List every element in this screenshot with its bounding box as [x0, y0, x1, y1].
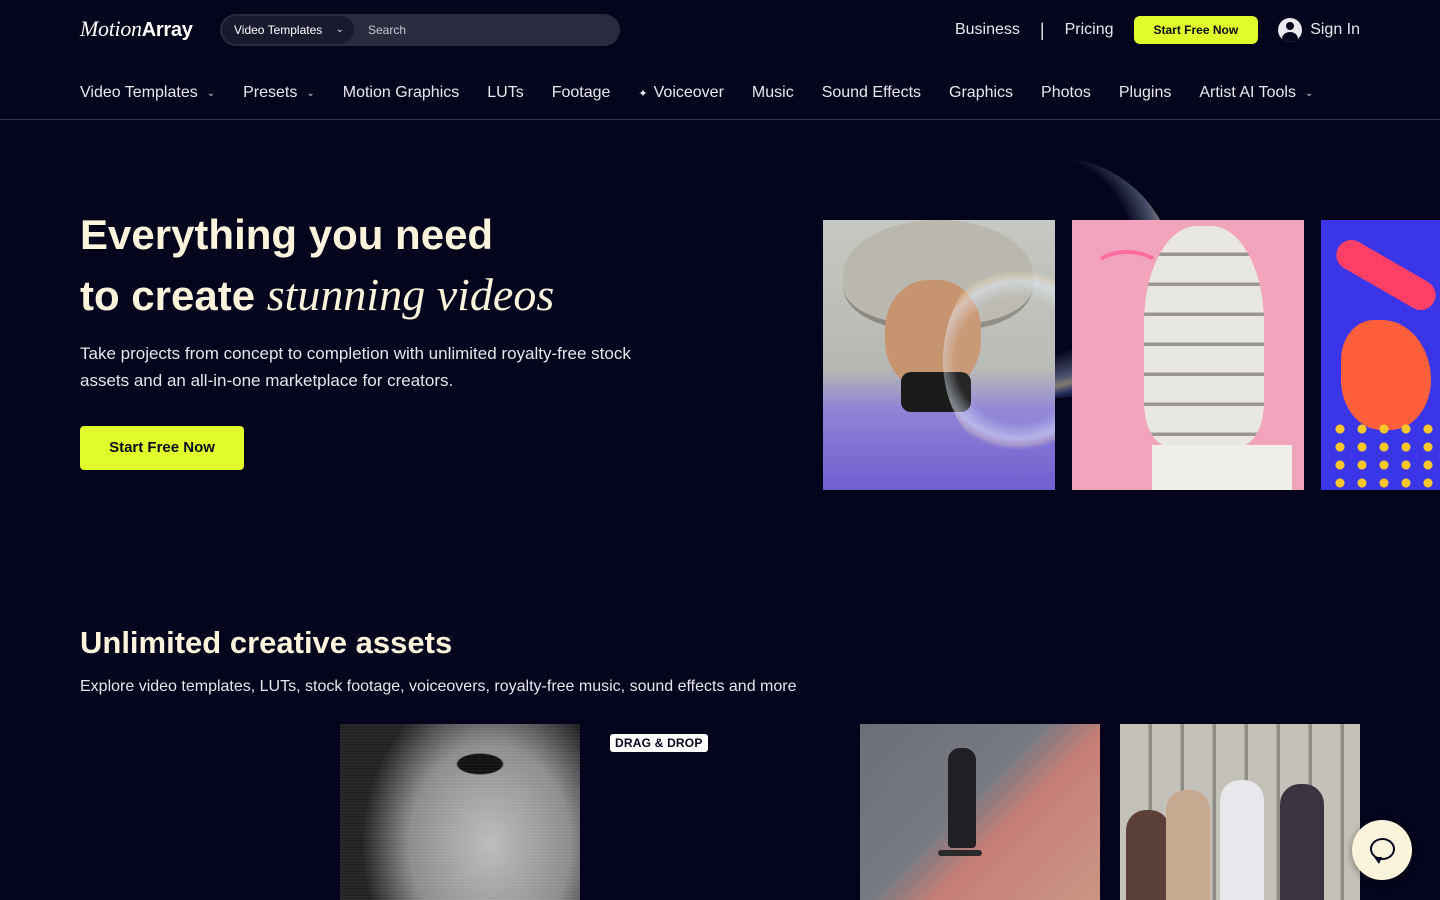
- asset-card-portrait[interactable]: [340, 724, 580, 900]
- section-title: Unlimited creative assets: [80, 625, 453, 660]
- nav-item-video-templates[interactable]: Video Templates ⌄: [80, 84, 215, 102]
- nav-item-plugins[interactable]: Plugins: [1119, 84, 1171, 102]
- motionarray-logo[interactable]: MotionArray: [80, 16, 193, 42]
- chevron-down-icon: ⌄: [335, 24, 344, 35]
- nav-item-voiceover[interactable]: ✦ Voiceover: [638, 84, 723, 102]
- nav-item-footage[interactable]: Footage: [552, 84, 611, 102]
- chevron-down-icon: ⌄: [1304, 87, 1314, 99]
- hero-image-abstract-art: [1321, 220, 1440, 490]
- section-subtitle: Explore video templates, LUTs, stock foo…: [80, 678, 797, 695]
- hero-title: Everything you need to create stunning v…: [80, 211, 555, 320]
- sign-in-button[interactable]: Sign In: [1278, 18, 1360, 42]
- hero-image-person-hat: [823, 220, 1055, 490]
- nav-item-photos[interactable]: Photos: [1041, 84, 1091, 102]
- nav-item-music[interactable]: Music: [752, 84, 794, 102]
- nav-item-artist-ai-tools[interactable]: Artist AI Tools ⌄: [1199, 84, 1313, 102]
- nav-item-luts[interactable]: LUTs: [487, 84, 523, 102]
- asset-card-skater[interactable]: [860, 724, 1100, 900]
- business-link[interactable]: Business: [955, 21, 1020, 39]
- header-links: Business | Pricing Start Free Now Sign I…: [955, 16, 1360, 44]
- chat-bubble-icon: [1370, 838, 1395, 864]
- search-category-select[interactable]: Video Templates ⌄: [222, 16, 354, 44]
- pricing-link[interactable]: Pricing: [1065, 21, 1114, 39]
- start-free-now-hero-button[interactable]: Start Free Now: [80, 426, 244, 470]
- hero-image-sliced-bust: [1072, 220, 1304, 490]
- search-bar: Video Templates ⌄: [220, 14, 620, 46]
- nav-item-sound-effects[interactable]: Sound Effects: [822, 84, 921, 102]
- drag-drop-badge: DRAG & DROP: [610, 734, 708, 752]
- header-separator: |: [1039, 19, 1045, 40]
- category-nav: Video Templates ⌄ Presets ⌄ Motion Graphic…: [0, 72, 1440, 120]
- chevron-down-icon: ⌄: [206, 87, 216, 99]
- top-header: MotionArray Video Templates ⌄ Business |…: [0, 0, 1440, 60]
- nav-item-presets[interactable]: Presets ⌄: [243, 84, 315, 102]
- nav-item-graphics[interactable]: Graphics: [949, 84, 1013, 102]
- chevron-down-icon: ⌄: [306, 87, 315, 99]
- hero-subtitle: Take projects from concept to completion…: [80, 344, 631, 390]
- nav-item-motion-graphics[interactable]: Motion Graphics: [343, 84, 460, 102]
- start-free-now-header-button[interactable]: Start Free Now: [1133, 16, 1259, 44]
- search-input[interactable]: [368, 20, 608, 40]
- asset-card-group[interactable]: [1120, 724, 1360, 900]
- user-avatar-icon: [1278, 18, 1303, 42]
- sparkle-icon: ✦: [638, 87, 648, 100]
- chat-launcher-button[interactable]: [1352, 820, 1412, 880]
